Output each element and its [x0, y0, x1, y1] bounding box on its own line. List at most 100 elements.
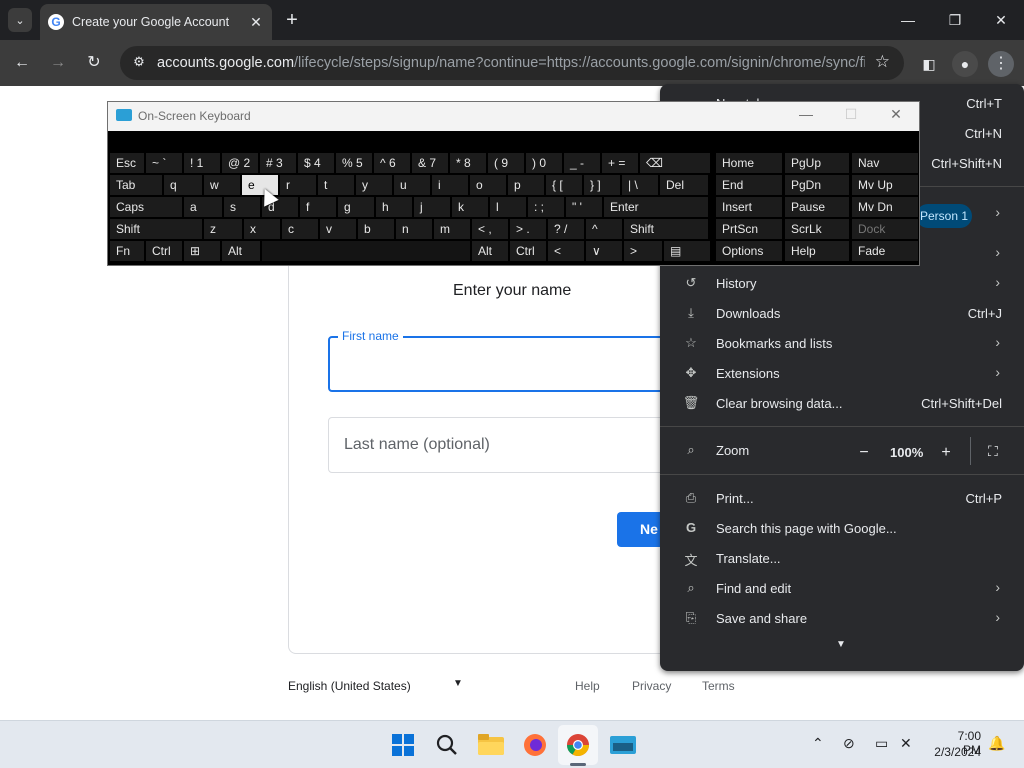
osk-key-sym-0-13[interactable]: + =	[602, 153, 638, 173]
back-arrow-icon[interactable]: ←	[10, 51, 34, 75]
osk-key-pgdn[interactable]: PgDn	[785, 175, 849, 195]
osk-close-button[interactable]: ✕	[884, 106, 908, 123]
osk-key-9[interactable]: ( 9	[488, 153, 524, 173]
fullscreen-icon[interactable]: ⛶	[988, 443, 998, 460]
osk-key-s[interactable]: s	[224, 197, 260, 217]
osk-title-bar[interactable]: On-Screen Keyboard — ☐ ✕	[108, 102, 919, 131]
osk-key-end[interactable]: End	[716, 175, 782, 195]
profile-avatar-icon[interactable]: ●	[952, 51, 978, 77]
minimize-button[interactable]: —	[893, 8, 923, 32]
osk-key-w[interactable]: w	[204, 175, 240, 195]
osk-key-pause[interactable]: Pause	[785, 197, 849, 217]
new-tab-button[interactable]: +	[282, 8, 302, 32]
osk-key-1[interactable]: ! 1	[184, 153, 220, 173]
network-status-icon[interactable]: ⊘	[843, 735, 855, 752]
osk-key-home[interactable]: Home	[716, 153, 782, 173]
osk-key-sym-1-11[interactable]: { [	[546, 175, 582, 195]
osk-key-mv-up[interactable]: Mv Up	[852, 175, 918, 195]
zoom-out-button[interactable]: −	[854, 444, 874, 462]
menu-item-save-share[interactable]: ⎘ Save and share ›	[660, 604, 1024, 634]
osk-key-sym-0-14[interactable]: ⌫	[640, 153, 710, 173]
osk-key-sym-4-7[interactable]: <	[548, 241, 584, 261]
osk-key-m[interactable]: m	[434, 219, 470, 239]
osk-key-c[interactable]: c	[282, 219, 318, 239]
osk-key-a[interactable]: a	[184, 197, 222, 217]
osk-key-caps[interactable]: Caps	[110, 197, 182, 217]
osk-key-alt[interactable]: Alt	[222, 241, 260, 261]
osk-key-pgup[interactable]: PgUp	[785, 153, 849, 173]
terms-link[interactable]: Terms	[702, 679, 735, 693]
osk-key-space[interactable]	[262, 241, 470, 261]
osk-key-sym-1-13[interactable]: | \	[622, 175, 658, 195]
tab-close-icon[interactable]: ✕	[246, 14, 266, 31]
osk-key-v[interactable]: v	[320, 219, 356, 239]
osk-key-dock[interactable]: Dock	[852, 219, 918, 239]
osk-key-sym-4-8[interactable]: ∨	[586, 241, 622, 261]
osk-key-tab[interactable]: Tab	[110, 175, 162, 195]
bookmark-star-icon[interactable]: ☆	[875, 52, 890, 72]
osk-key-alt[interactable]: Alt	[472, 241, 508, 261]
osk-key-k[interactable]: k	[452, 197, 488, 217]
osk-key-scrlk[interactable]: ScrLk	[785, 219, 849, 239]
osk-key-del[interactable]: Del	[660, 175, 708, 195]
side-panel-icon[interactable]: ◧	[916, 51, 942, 77]
chrome-icon[interactable]	[564, 731, 592, 759]
osk-key-5[interactable]: % 5	[336, 153, 372, 173]
menu-item-bookmarks[interactable]: ☆ Bookmarks and lists ›	[660, 329, 1024, 359]
reload-icon[interactable]: ↻	[82, 51, 106, 75]
osk-key-nav[interactable]: Nav	[852, 153, 918, 173]
language-select[interactable]: English (United States)	[288, 679, 411, 693]
osk-key-mv-dn[interactable]: Mv Dn	[852, 197, 918, 217]
osk-key-7[interactable]: & 7	[412, 153, 448, 173]
osk-key-3[interactable]: # 3	[260, 153, 296, 173]
osk-key-j[interactable]: j	[414, 197, 450, 217]
privacy-link[interactable]: Privacy	[632, 679, 671, 693]
osk-key-enter[interactable]: Enter	[604, 197, 708, 217]
windows-start-icon[interactable]	[389, 731, 417, 759]
osk-key-esc[interactable]: Esc	[110, 153, 144, 173]
menu-item-downloads[interactable]: ⤓ Downloads Ctrl+J	[660, 299, 1024, 329]
show-hidden-icons-chevron-icon[interactable]: ⌃	[812, 735, 824, 752]
osk-key-n[interactable]: n	[396, 219, 432, 239]
language-dropdown-icon[interactable]: ▼	[453, 678, 463, 689]
osk-maximize-button[interactable]: ☐	[839, 106, 863, 123]
osk-key-i[interactable]: i	[432, 175, 468, 195]
osk-key-r[interactable]: r	[280, 175, 316, 195]
menu-item-find-edit[interactable]: ⌕ Find and edit ›	[660, 574, 1024, 604]
file-explorer-icon[interactable]	[477, 731, 505, 759]
clock-date[interactable]: 2/3/2024	[930, 745, 981, 759]
osk-key-0[interactable]: ) 0	[526, 153, 562, 173]
notification-bell-icon[interactable]: 🔔	[988, 735, 1005, 752]
osk-key-4[interactable]: $ 4	[298, 153, 334, 173]
osk-key-f[interactable]: f	[300, 197, 336, 217]
osk-key-ctrl[interactable]: Ctrl	[146, 241, 182, 261]
menu-item-translate[interactable]: 文 Translate...	[660, 544, 1024, 574]
osk-key-sym-0-1[interactable]: ~ `	[146, 153, 182, 173]
osk-key-g[interactable]: g	[338, 197, 374, 217]
tab-search-chevron-icon[interactable]: ⌄	[8, 8, 32, 32]
osk-key-2[interactable]: @ 2	[222, 153, 258, 173]
osk-key-sym-2-11[interactable]: " '	[566, 197, 602, 217]
osk-key-shift[interactable]: Shift	[110, 219, 202, 239]
menu-item-history[interactable]: ↺ History ›	[660, 269, 1024, 299]
menu-item-extensions[interactable]: ✥ Extensions ›	[660, 359, 1024, 389]
search-icon[interactable]	[433, 731, 461, 759]
osk-key-b[interactable]: b	[358, 219, 394, 239]
osk-key-fn[interactable]: Fn	[110, 241, 144, 261]
osk-key-sym-4-10[interactable]: ▤	[664, 241, 710, 261]
forward-arrow-icon[interactable]: →	[46, 51, 70, 75]
address-bar[interactable]: ⚙ accounts.google.com/lifecycle/steps/si…	[120, 46, 904, 80]
osk-key-shift[interactable]: Shift	[624, 219, 708, 239]
osk-key-sym-3-11[interactable]: ^	[586, 219, 622, 239]
osk-key-sym-2-10[interactable]: : ;	[528, 197, 564, 217]
browser-tab[interactable]: G Create your Google Account ✕	[40, 4, 272, 40]
help-link[interactable]: Help	[575, 679, 600, 693]
close-window-button[interactable]: ✕	[986, 8, 1016, 32]
osk-key-sym-3-8[interactable]: < ,	[472, 219, 508, 239]
maximize-button[interactable]: ❐	[940, 8, 970, 32]
osk-key-sym-4-2[interactable]: ⊞	[184, 241, 220, 261]
osk-key-l[interactable]: l	[490, 197, 526, 217]
zoom-in-button[interactable]: +	[936, 444, 956, 462]
chrome-menu-kebab-icon[interactable]: ⋮	[988, 51, 1014, 77]
osk-key-sym-0-12[interactable]: _ -	[564, 153, 600, 173]
